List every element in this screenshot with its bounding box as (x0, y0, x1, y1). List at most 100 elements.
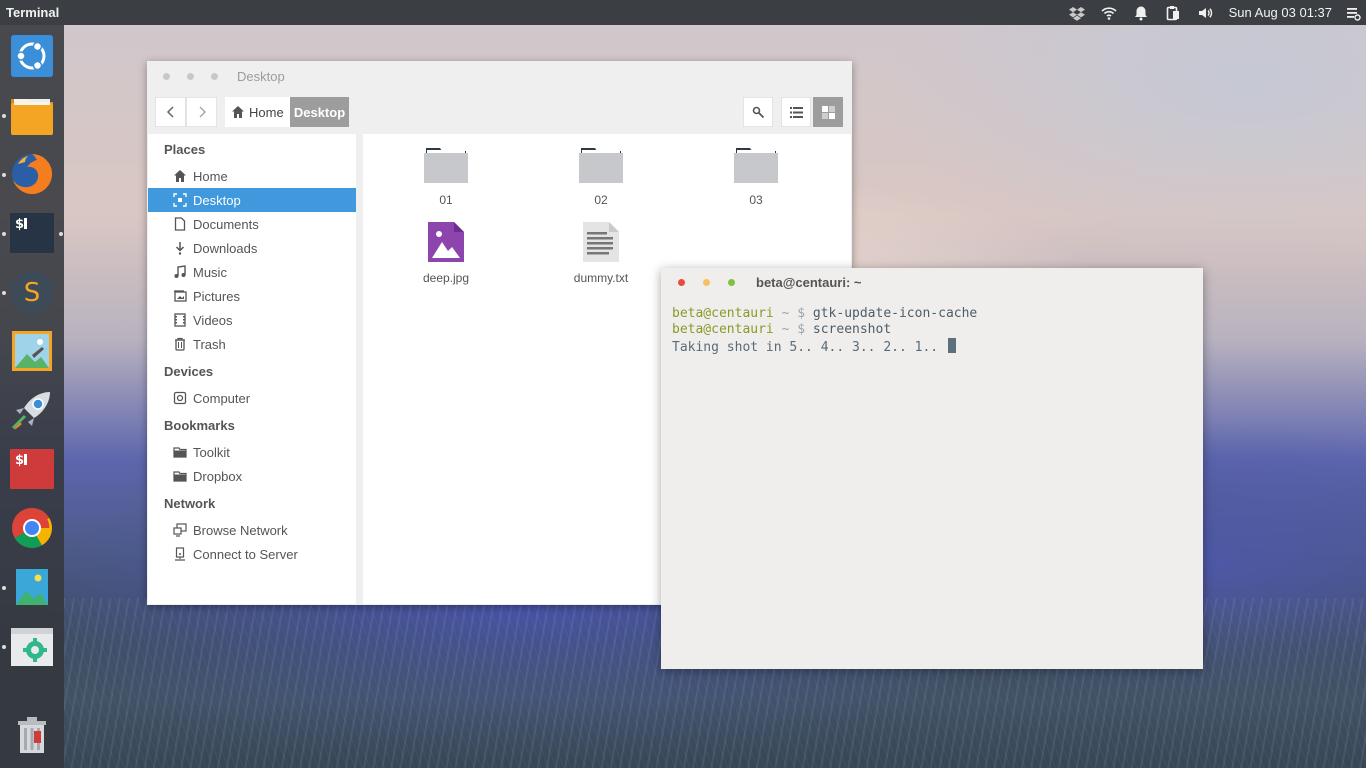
folder-icon (172, 468, 188, 484)
sidebar-item-home[interactable]: Home (148, 164, 356, 188)
system-tray: Sun Aug 03 01:37 (1061, 0, 1366, 25)
breadcrumb-desktop[interactable]: Desktop (290, 97, 349, 127)
sidebar-item-trash[interactable]: Trash (148, 332, 356, 356)
prompt-user: beta@centauri (672, 306, 774, 321)
sidebar-item-toolkit[interactable]: Toolkit (148, 440, 356, 464)
back-button[interactable] (155, 97, 186, 127)
places-sidebar: Places Home Desktop Documents Downloads … (148, 134, 356, 604)
list-view-button[interactable] (781, 97, 811, 127)
file-item-deep-jpg[interactable]: deep.jpg (391, 222, 501, 285)
launcher-settings[interactable] (10, 624, 54, 668)
sublime-text-icon: S (11, 271, 53, 313)
launcher-trash[interactable] (10, 713, 54, 757)
command-output: Taking shot in 5.. 4.. 3.. 2.. 1.. (672, 340, 946, 355)
sidebar-item-downloads[interactable]: Downloads (148, 236, 356, 260)
file-item-folder-03[interactable]: 03 (701, 146, 811, 207)
terminal-title: beta@centauri: ~ (756, 274, 862, 290)
command-text: screenshot (812, 322, 892, 337)
search-button[interactable] (743, 97, 773, 127)
launcher-firefox[interactable] (10, 152, 54, 196)
focused-indicator (59, 232, 63, 236)
terminal-red-icon: $ (10, 449, 54, 489)
terminal-output[interactable]: beta@centauri ~ $ gtk-update-icon-cache b… (661, 296, 1203, 356)
close-button[interactable] (678, 278, 685, 286)
search-icon (752, 106, 764, 118)
sidebar-item-documents[interactable]: Documents (148, 212, 356, 236)
firefox-icon (12, 153, 53, 194)
sidebar-item-computer[interactable]: Computer (148, 386, 356, 410)
launcher-image-viewer[interactable] (10, 329, 54, 373)
image-file-icon (428, 222, 464, 262)
launcher-ubuntu[interactable] (10, 34, 54, 78)
settings-gear-icon (11, 628, 53, 666)
chrome-icon (12, 508, 52, 548)
command-text: gtk-update-icon-cache (812, 306, 978, 321)
file-item-folder-01[interactable]: 01 (391, 146, 501, 207)
sidebar-item-label: Toolkit (193, 444, 230, 460)
breadcrumb-current-label: Desktop (293, 104, 346, 120)
sidebar-heading-bookmarks: Bookmarks (164, 418, 235, 433)
file-manager-titlebar[interactable]: Desktop (147, 61, 852, 91)
file-item-folder-02[interactable]: 02 (546, 146, 656, 207)
launcher: $ S $ (0, 25, 64, 768)
minimize-button[interactable] (187, 72, 194, 80)
forward-button[interactable] (186, 97, 217, 127)
dropbox-icon[interactable] (1061, 0, 1093, 25)
bell-icon[interactable] (1125, 0, 1157, 25)
chevron-left-icon (166, 106, 174, 118)
sidebar-item-connect-server[interactable]: Connect to Server (148, 542, 356, 566)
image-viewer-icon (12, 331, 52, 371)
sidebar-item-music[interactable]: Music (148, 260, 356, 284)
video-icon (172, 312, 188, 328)
sidebar-item-label: Videos (193, 312, 233, 328)
breadcrumb-home[interactable]: Home (225, 97, 291, 127)
clock[interactable]: Sun Aug 03 01:37 (1221, 5, 1340, 20)
terminal-titlebar[interactable]: beta@centauri: ~ (661, 268, 1203, 296)
running-indicator (2, 645, 6, 649)
minimize-button[interactable] (703, 278, 710, 286)
sidebar-item-dropbox[interactable]: Dropbox (148, 464, 356, 488)
clipboard-icon[interactable] (1157, 0, 1189, 25)
volume-icon[interactable] (1189, 0, 1221, 25)
ubuntu-logo-icon (11, 35, 53, 77)
launcher-rocket[interactable] (10, 388, 54, 432)
sidebar-item-label: Music (193, 264, 227, 280)
home-icon (232, 106, 244, 118)
sidebar-heading-network: Network (164, 496, 216, 511)
launcher-photos[interactable] (10, 565, 54, 609)
close-button[interactable] (163, 72, 170, 80)
menu-icon[interactable] (1340, 0, 1366, 25)
terminal-line: beta@centauri ~ $ gtk-update-icon-cache (672, 306, 1203, 322)
launcher-chrome[interactable] (10, 506, 54, 550)
sidebar-item-desktop[interactable]: Desktop (148, 188, 356, 212)
sidebar-item-pictures[interactable]: Pictures (148, 284, 356, 308)
file-name: deep.jpg (422, 271, 470, 285)
file-item-dummy-txt[interactable]: dummy.txt (546, 222, 656, 285)
download-icon (172, 240, 188, 256)
file-name: dummy.txt (573, 271, 629, 285)
sidebar-heading-places: Places (164, 142, 206, 157)
launcher-terminal-red[interactable]: $ (10, 447, 54, 491)
sidebar-item-label: Desktop (193, 192, 241, 208)
prompt-path: ~ $ (773, 322, 813, 337)
chevron-right-icon (198, 106, 206, 118)
launcher-files[interactable] (10, 93, 54, 137)
file-name: 01 (439, 193, 453, 207)
terminal-window[interactable]: beta@centauri: ~ beta@centauri ~ $ gtk-u… (661, 268, 1203, 669)
sidebar-item-label: Connect to Server (193, 546, 298, 562)
folder-app-icon (11, 99, 53, 135)
file-name: 02 (594, 193, 608, 207)
trash-can-icon (18, 717, 46, 753)
sidebar-item-label: Trash (193, 336, 226, 352)
grid-view-icon (821, 105, 835, 119)
launcher-sublime[interactable]: S (10, 270, 54, 314)
sidebar-item-browse-network[interactable]: Browse Network (148, 518, 356, 542)
maximize-button[interactable] (211, 72, 218, 80)
grid-view-button[interactable] (813, 97, 843, 127)
maximize-button[interactable] (728, 278, 735, 286)
launcher-terminal[interactable]: $ (10, 211, 54, 255)
wifi-icon[interactable] (1093, 0, 1125, 25)
sidebar-item-videos[interactable]: Videos (148, 308, 356, 332)
terminal-line: beta@centauri ~ $ screenshot (672, 322, 1203, 338)
window-title: Desktop (237, 68, 285, 84)
